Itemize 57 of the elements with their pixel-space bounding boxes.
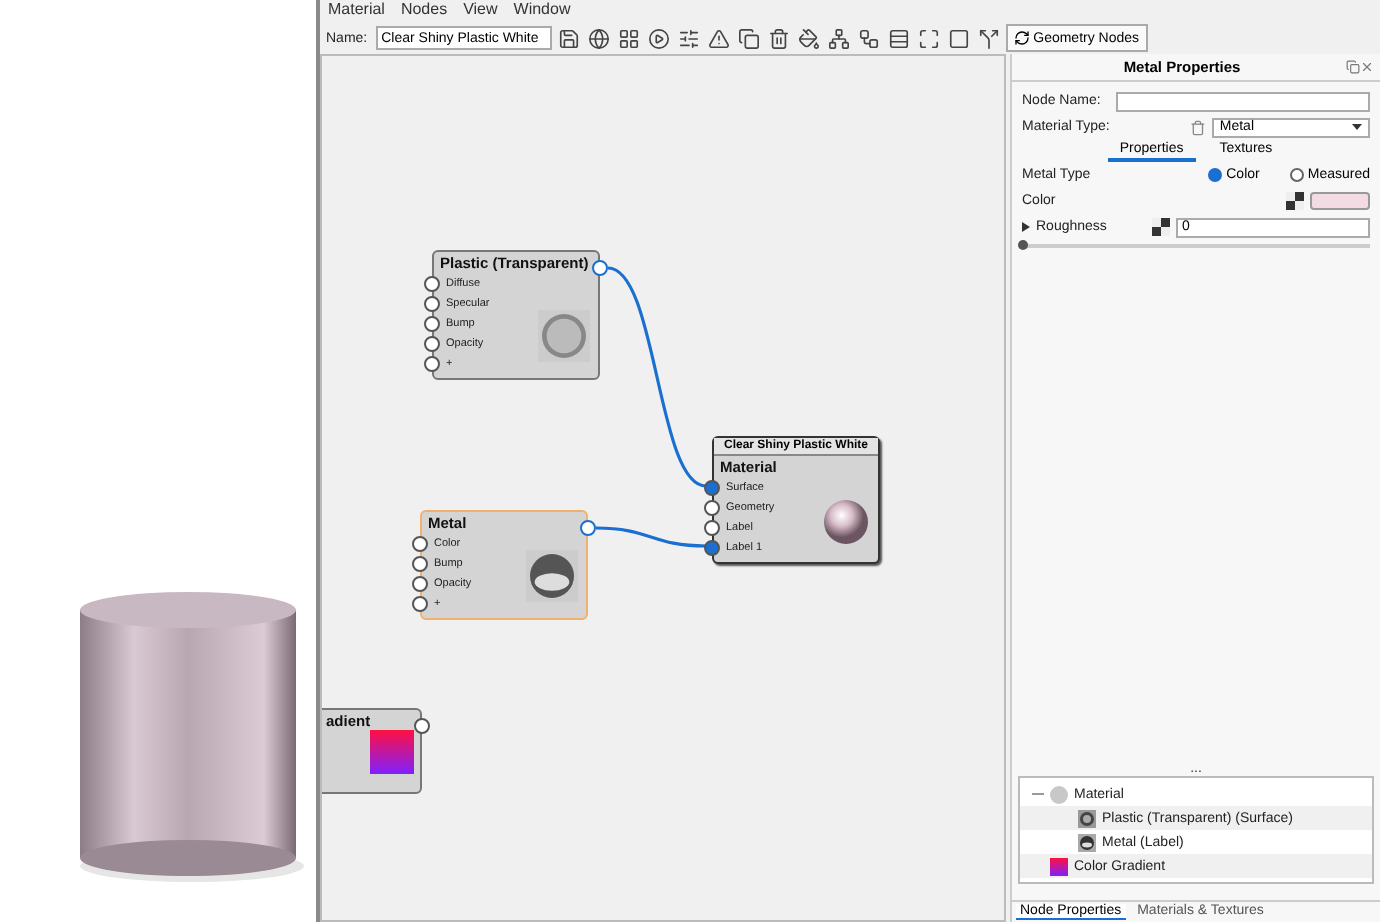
rows-icon[interactable] bbox=[885, 25, 912, 51]
sphere-icon[interactable] bbox=[585, 25, 612, 51]
bucket-icon[interactable] bbox=[795, 25, 822, 51]
input-socket[interactable] bbox=[412, 576, 428, 592]
close-icon[interactable] bbox=[1360, 60, 1374, 74]
sliders-icon[interactable] bbox=[675, 25, 702, 51]
split-icon[interactable] bbox=[975, 25, 1002, 51]
input-socket[interactable] bbox=[424, 316, 440, 332]
input-socket[interactable] bbox=[704, 540, 720, 556]
fit-view-icon[interactable] bbox=[915, 25, 942, 51]
input-socket[interactable] bbox=[424, 336, 440, 352]
menu-item[interactable]: Nodes bbox=[400, 0, 448, 22]
workflow-icon[interactable] bbox=[855, 25, 882, 51]
input-socket[interactable] bbox=[424, 356, 440, 372]
input-socket[interactable] bbox=[412, 596, 428, 612]
radio-icon[interactable] bbox=[1208, 168, 1223, 182]
trash-icon[interactable] bbox=[765, 25, 792, 51]
glass-sphere-icon bbox=[1078, 809, 1096, 827]
input-socket[interactable] bbox=[412, 556, 428, 572]
node-name-field[interactable] bbox=[1116, 91, 1370, 111]
output-socket[interactable] bbox=[592, 260, 608, 276]
copy-icon[interactable] bbox=[735, 25, 762, 51]
menu-item[interactable]: View bbox=[463, 0, 498, 22]
restore-icon[interactable] bbox=[1346, 60, 1360, 74]
sphere-icon bbox=[1050, 785, 1068, 803]
input-socket[interactable] bbox=[704, 480, 720, 496]
save-icon[interactable] bbox=[555, 25, 582, 51]
texture-toggle-icon[interactable] bbox=[1152, 218, 1170, 236]
input-socket[interactable] bbox=[704, 500, 720, 516]
connection-wire bbox=[595, 526, 707, 548]
collapse-icon[interactable] bbox=[1032, 788, 1044, 800]
input-socket[interactable] bbox=[424, 276, 440, 292]
input-socket[interactable] bbox=[704, 520, 720, 536]
input-socket[interactable] bbox=[412, 536, 428, 552]
slider-thumb[interactable] bbox=[1018, 240, 1028, 250]
gradient-swatch bbox=[370, 730, 414, 774]
caret-icon bbox=[1352, 124, 1362, 130]
gradient-icon bbox=[1050, 857, 1068, 875]
expand-icon[interactable] bbox=[1022, 222, 1030, 232]
sphere-preview bbox=[822, 498, 870, 546]
texture-toggle-icon[interactable] bbox=[1286, 192, 1304, 210]
input-socket[interactable] bbox=[424, 296, 440, 312]
grid-icon[interactable] bbox=[615, 25, 642, 51]
chrome-sphere-icon bbox=[1078, 833, 1096, 851]
chrome-sphere-preview bbox=[526, 550, 578, 602]
nodes-icon[interactable] bbox=[825, 25, 852, 51]
menu-item[interactable]: Material bbox=[328, 0, 385, 22]
play-icon[interactable] bbox=[645, 25, 672, 51]
glass-sphere-preview bbox=[538, 310, 590, 362]
refresh-icon bbox=[1013, 30, 1030, 46]
menu-item[interactable]: Window bbox=[513, 0, 571, 22]
triangle-icon[interactable] bbox=[705, 25, 732, 51]
output-socket[interactable] bbox=[580, 520, 596, 536]
frame-icon[interactable] bbox=[945, 25, 972, 51]
radio-icon[interactable] bbox=[1289, 168, 1304, 182]
color-swatch[interactable] bbox=[1310, 192, 1370, 210]
output-socket[interactable] bbox=[414, 718, 430, 734]
